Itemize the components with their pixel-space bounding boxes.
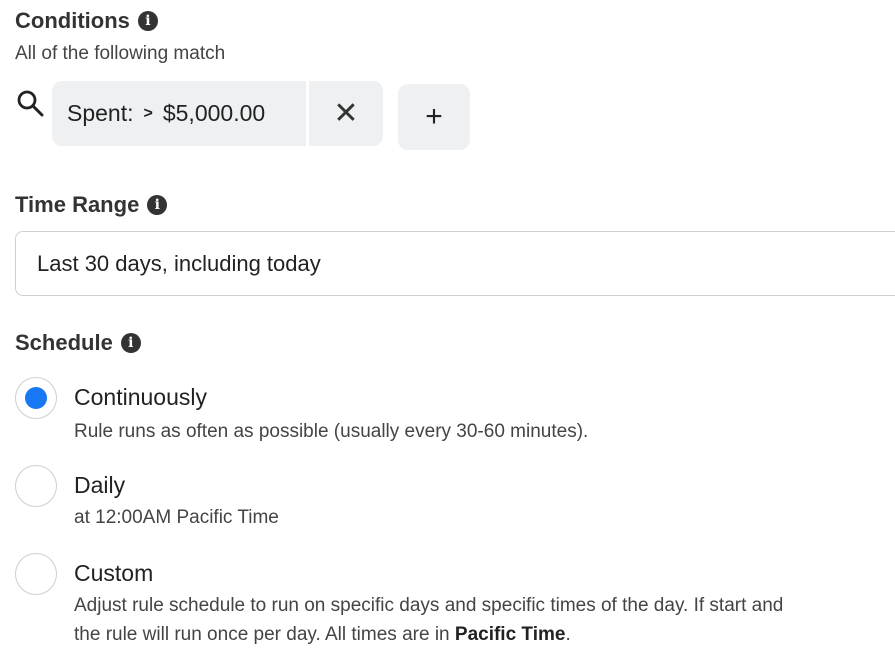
radio-custom[interactable] <box>15 553 57 595</box>
option-desc: at 12:00AM Pacific Time <box>74 507 279 528</box>
plus-icon: + <box>425 100 443 133</box>
option-label[interactable]: Custom <box>74 560 153 587</box>
info-icon[interactable]: i <box>137 11 158 31</box>
radio-daily[interactable] <box>15 465 57 507</box>
schedule-heading: Schedule i <box>15 330 141 356</box>
condition-chip[interactable]: Spent: > $5,000.00 ✕ <box>52 81 383 146</box>
option-desc: Rule runs as often as possible (usually … <box>74 421 589 442</box>
radio-continuously[interactable] <box>15 377 57 419</box>
conditions-heading: Conditions i <box>15 8 158 34</box>
condition-value: $5,000.00 <box>162 100 266 126</box>
option-label[interactable]: Daily <box>74 472 125 499</box>
condition-operator: > <box>143 104 153 122</box>
option-desc: Adjust rule schedule to run on specific … <box>74 595 784 616</box>
info-icon[interactable]: i <box>147 195 168 215</box>
condition-field: Spent: <box>67 100 134 126</box>
remove-condition-button[interactable]: ✕ <box>309 96 383 131</box>
option-label[interactable]: Continuously <box>74 384 207 411</box>
add-condition-button[interactable]: + <box>398 84 470 150</box>
info-icon[interactable]: i <box>120 333 141 353</box>
close-icon: ✕ <box>333 97 359 130</box>
conditions-subtitle: All of the following match <box>15 43 226 64</box>
time-range-heading: Time Range i <box>15 192 168 218</box>
radio-selected-dot <box>25 387 47 409</box>
time-range-select[interactable]: Last 30 days, including today <box>15 231 895 296</box>
search-icon <box>17 90 44 117</box>
option-desc: the rule will run once per day. All time… <box>74 624 571 645</box>
